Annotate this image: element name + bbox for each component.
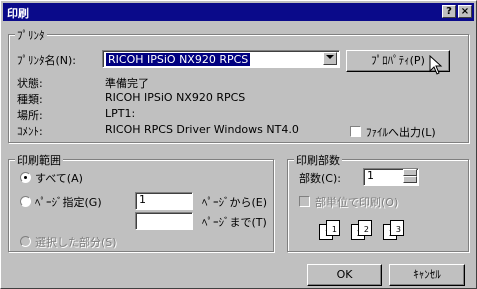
printer-name-label: ﾌﾟﾘﾝﾀ名(N):: [17, 54, 77, 67]
copies-group: 印刷部数 部数(C): 1 部単位で印刷(O) 1 1 2 2 3 3: [287, 152, 469, 252]
close-button[interactable]: ×: [458, 5, 472, 18]
copies-count-value: 1: [367, 169, 374, 182]
type-value: RICOH IPSiO NX920 RPCS: [105, 91, 246, 104]
cursor-icon: [429, 55, 443, 75]
chevron-down-icon[interactable]: [323, 52, 337, 65]
copies-spinner[interactable]: [403, 169, 417, 184]
all-radio[interactable]: [20, 172, 31, 183]
printer-name-value: RICOH IPSiO NX920 RPCS: [106, 53, 251, 66]
print-dialog: 印刷 ? × ﾌﾟﾘﾝﾀ ﾌﾟﾘﾝﾀ名(N): RICOH IPSiO NX92…: [0, 0, 477, 289]
ok-label: OK: [336, 268, 353, 281]
pages-radio[interactable]: [20, 196, 31, 207]
from-page-label: ﾍﾟｰｼﾞから(E): [202, 196, 268, 209]
print-range-title: 印刷範囲: [15, 152, 63, 168]
printer-name-combo[interactable]: RICOH IPSiO NX920 RPCS: [102, 50, 340, 68]
comment-label: ｺﾒﾝﾄ:: [17, 125, 43, 138]
page-icon: 3: [390, 220, 404, 236]
pages-label[interactable]: ﾍﾟｰｼﾞ指定(G): [35, 194, 102, 210]
dialog-title: 印刷: [7, 7, 29, 20]
print-range-group: 印刷範囲 すべて(A) ﾍﾟｰｼﾞ指定(G) 1 ﾍﾟｰｼﾞから(E) ﾍﾟｰｼ…: [8, 152, 274, 252]
all-label[interactable]: すべて(A): [35, 170, 83, 186]
page-icon: 2: [358, 220, 372, 236]
to-page-label: ﾍﾟｰｼﾞまで(T): [202, 216, 267, 229]
print-to-file-checkbox[interactable]: [350, 126, 361, 137]
from-page-value: 1: [139, 193, 146, 206]
spin-down-icon[interactable]: [403, 176, 417, 183]
properties-label: ﾌﾟﾛﾊﾟﾃｨ(P): [371, 54, 425, 67]
where-label: 場所:: [17, 109, 43, 122]
collate-label[interactable]: 部単位で印刷(O): [315, 194, 398, 210]
cancel-button[interactable]: ｷｬﾝｾﾙ: [389, 264, 465, 286]
help-button[interactable]: ?: [442, 5, 456, 18]
page-icon: 1: [326, 220, 340, 236]
title-bar: 印刷 ? ×: [3, 3, 474, 21]
from-page-input[interactable]: 1: [135, 192, 193, 210]
cancel-label: ｷｬﾝｾﾙ: [413, 268, 441, 281]
status-label: 状態:: [17, 77, 43, 90]
selection-radio[interactable]: [20, 236, 31, 247]
status-value: 準備完了: [105, 77, 149, 90]
type-label: 種類:: [17, 93, 43, 106]
to-page-input[interactable]: [135, 212, 193, 230]
spin-up-icon[interactable]: [403, 169, 417, 176]
ok-button[interactable]: OK: [307, 264, 382, 286]
where-value: LPT1:: [105, 107, 136, 120]
comment-value: RICOH RPCS Driver Windows NT4.0: [105, 123, 299, 136]
copies-count-label: 部数(C):: [299, 172, 341, 185]
collate-checkbox[interactable]: [299, 196, 310, 207]
copies-title: 印刷部数: [294, 152, 342, 168]
print-to-file-label[interactable]: ﾌｧｲﾙへ出力(L): [366, 124, 436, 140]
printer-group-title: ﾌﾟﾘﾝﾀ: [15, 27, 47, 43]
printer-group: ﾌﾟﾘﾝﾀ ﾌﾟﾘﾝﾀ名(N): RICOH IPSiO NX920 RPCS …: [8, 27, 469, 143]
selection-label[interactable]: 選択した部分(S): [35, 234, 117, 250]
